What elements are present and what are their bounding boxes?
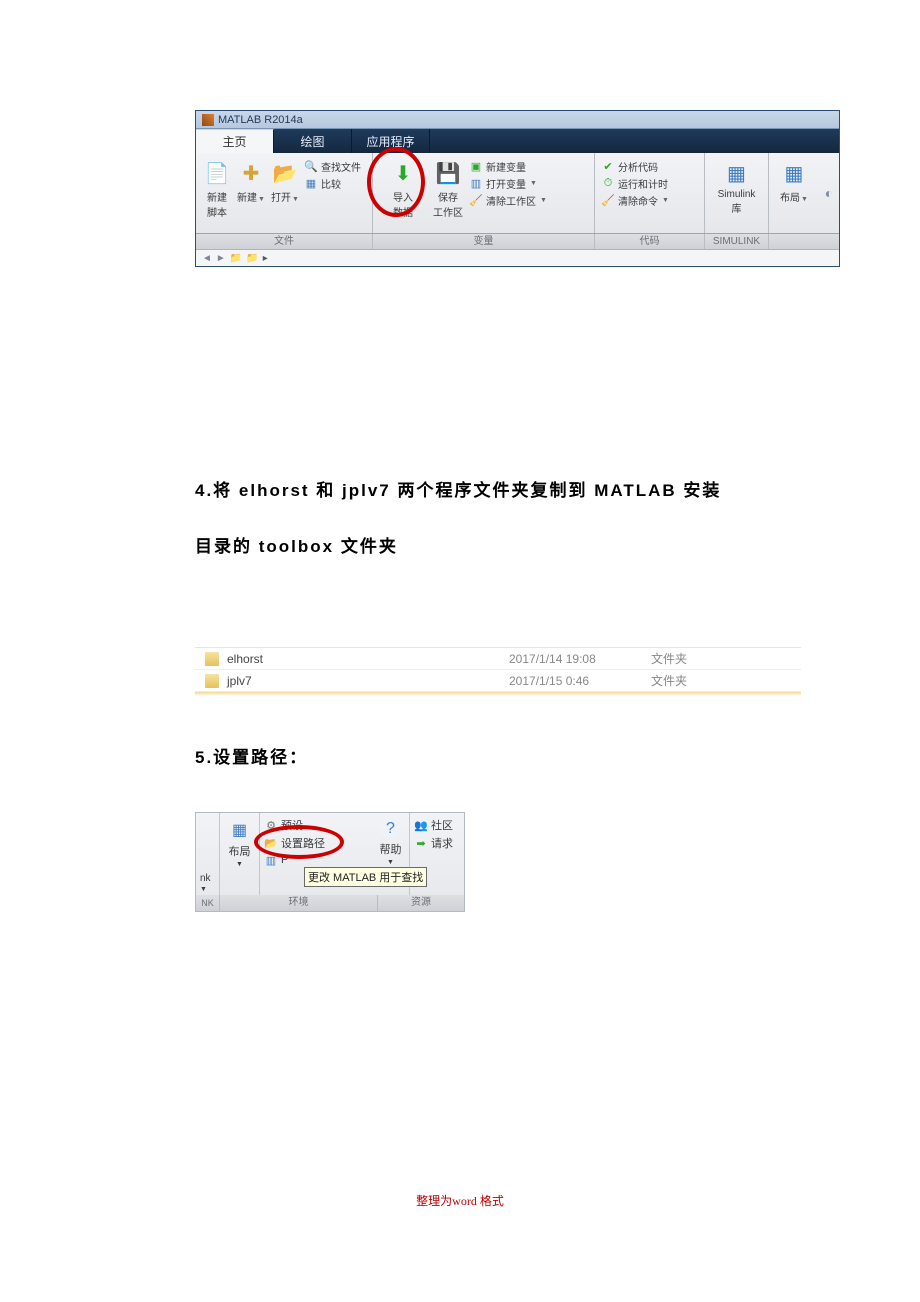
step4-heading: 4.将 elhorst 和 jplv7 两个程序文件夹复制到 MATLAB 安装… — [195, 463, 725, 575]
simulink-library-button[interactable]: ▦ Simulink 库 — [715, 157, 759, 217]
ribbon-section-labels: 文件 变量 代码 SIMULINK — [196, 234, 839, 250]
ribbon-group-file: 📄 新建 脚本 ✚ 新建▼ 📂 打开▼ 🔍 查找文件 — [196, 153, 373, 233]
import-arrow-icon: ⬇ — [389, 159, 417, 187]
window-title: MATLAB R2014a — [218, 114, 303, 126]
ribbon-group-environment-partial: ▦ 布局▼ — [769, 153, 819, 233]
folder-date: 2017/1/14 19:08 — [509, 652, 651, 666]
folder-type: 文件夹 — [651, 650, 741, 667]
folder-row-elhorst[interactable]: elhorst 2017/1/14 19:08 文件夹 — [195, 648, 801, 670]
ribbon-group-variable: ⬇ 导入 数据 💾 保存 工作区 ▣ 新建变量 ▥ 打开变量▼ — [373, 153, 595, 233]
search-file-icon: 🔍 — [304, 160, 318, 174]
open-var-icon: ▥ — [469, 177, 483, 191]
folder-row-jplv7[interactable]: jplv7 2017/1/15 0:46 文件夹 — [195, 670, 801, 692]
folder-icon-2: 📁 — [246, 253, 258, 264]
clear-ws-icon: 🧹 — [469, 194, 483, 208]
open-button[interactable]: 📂 打开▼ — [268, 157, 302, 206]
clear-workspace-button[interactable]: 🧹 清除工作区▼ — [469, 193, 547, 208]
layout-icon: ▦ — [229, 819, 251, 841]
matlab-logo-icon — [202, 114, 214, 126]
folder-list: elhorst 2017/1/14 19:08 文件夹 jplv7 2017/1… — [195, 647, 801, 696]
tab-home[interactable]: 主页 — [196, 129, 274, 153]
layout-button-sp[interactable]: ▦ 布局 ▼ — [220, 813, 260, 895]
setpath-screenshot: nk ▼ ▦ 布局 ▼ ⚙ 预设 📂 设置路径 ▥ — [195, 812, 465, 912]
parallel-button[interactable]: ▥ P — [264, 853, 368, 867]
setpath-icon: 📂 — [264, 836, 278, 850]
compare-icon: ▦ — [304, 177, 318, 191]
folder-name: elhorst — [227, 652, 509, 666]
preferences-button[interactable]: ⚙ 预设 — [264, 817, 368, 833]
run-time-button[interactable]: ⏱ 运行和计时 — [601, 176, 669, 191]
new-var-icon: ▣ — [469, 160, 483, 174]
help-icon: ? — [381, 819, 401, 839]
layout-icon: ▦ — [780, 159, 808, 187]
simulink-icon: ▦ — [722, 159, 750, 187]
tab-plot[interactable]: 绘图 — [274, 129, 352, 153]
setpath-tooltip: 更改 MATLAB 用于查找 — [304, 867, 427, 887]
ribbon: 📄 新建 脚本 ✚ 新建▼ 📂 打开▼ 🔍 查找文件 — [196, 153, 839, 234]
matlab-title-bar: MATLAB R2014a — [196, 111, 839, 129]
folder-name: jplv7 — [227, 674, 509, 688]
nav-back-icon[interactable]: ◄ — [202, 253, 212, 264]
community-button[interactable]: 👥 社区 — [414, 817, 460, 833]
people-icon: 👥 — [414, 818, 428, 832]
folder-type: 文件夹 — [651, 672, 741, 689]
find-files-button[interactable]: 🔍 查找文件 — [304, 159, 361, 174]
sp-label-nk: NK — [196, 895, 220, 911]
nav-fwd-icon[interactable]: ► — [216, 253, 226, 264]
folder-date: 2017/1/15 0:46 — [509, 674, 651, 688]
new-script-icon: 📄 — [203, 159, 231, 187]
analyze-icon: ✔ — [601, 160, 615, 174]
section-label-simulink: SIMULINK — [705, 234, 769, 249]
parallel-icon: ▥ — [264, 853, 278, 867]
request-button[interactable]: ➡ 请求 — [414, 835, 460, 851]
ribbon-group-simulink: ▦ Simulink 库 — [705, 153, 769, 233]
timer-icon: ⏱ — [601, 177, 615, 191]
matlab-ribbon-screenshot: MATLAB R2014a 主页 绘图 应用程序 📄 新建 脚本 ✚ 新建▼ 📂 — [195, 110, 840, 267]
analyze-code-button[interactable]: ✔ 分析代码 — [601, 159, 669, 174]
layout-button[interactable]: ▦ 布局▼ — [777, 157, 811, 206]
set-path-button[interactable]: 📂 设置路径 — [264, 835, 368, 851]
section-label-file: 文件 — [196, 234, 373, 249]
resources-items: 👥 社区 ➡ 请求 — [410, 813, 464, 855]
page-footer: 整理为word 格式 — [0, 1192, 920, 1209]
ribbon-tabstrip: 主页 绘图 应用程序 — [196, 129, 839, 153]
request-icon: ➡ — [414, 836, 428, 850]
plus-icon: ✚ — [237, 159, 265, 187]
new-variable-button[interactable]: ▣ 新建变量 — [469, 159, 547, 174]
section-label-code: 代码 — [595, 234, 705, 249]
folder-icon — [205, 652, 219, 666]
sp-section-labels: NK 环境 资源 — [196, 895, 464, 911]
path-breadcrumb-row: ◄ ► 📁 📁 ▸ — [196, 250, 839, 266]
ribbon-group-code: ✔ 分析代码 ⏱ 运行和计时 🧹 清除命令▼ — [595, 153, 705, 233]
simulink-edge: nk ▼ — [196, 813, 220, 895]
sp-label-res: 资源 — [378, 895, 464, 911]
gear-icon: ⚙ — [264, 818, 278, 832]
compare-button[interactable]: ▦ 比较 — [304, 176, 361, 191]
new-script-button[interactable]: 📄 新建 脚本 — [200, 157, 234, 221]
env-items: ⚙ 预设 📂 设置路径 ▥ P — [260, 813, 372, 871]
folder-icon — [205, 674, 219, 688]
tab-apps[interactable]: 应用程序 — [352, 129, 430, 153]
open-folder-icon: 📂 — [271, 159, 299, 187]
import-data-button[interactable]: ⬇ 导入 数据 — [377, 157, 429, 221]
step5-heading: 5.设置路径： — [195, 730, 725, 786]
clear-commands-button[interactable]: 🧹 清除命令▼ — [601, 193, 669, 208]
save-workspace-button[interactable]: 💾 保存 工作区 — [429, 157, 467, 221]
new-button[interactable]: ✚ 新建▼ — [234, 157, 268, 206]
clear-cmd-icon: 🧹 — [601, 194, 615, 208]
folder-icon: 📁 — [230, 253, 242, 264]
open-variable-button[interactable]: ▥ 打开变量▼ — [469, 176, 547, 191]
section-label-variable: 变量 — [373, 234, 595, 249]
sp-label-env: 环境 — [220, 895, 378, 911]
save-icon: 💾 — [434, 159, 462, 187]
